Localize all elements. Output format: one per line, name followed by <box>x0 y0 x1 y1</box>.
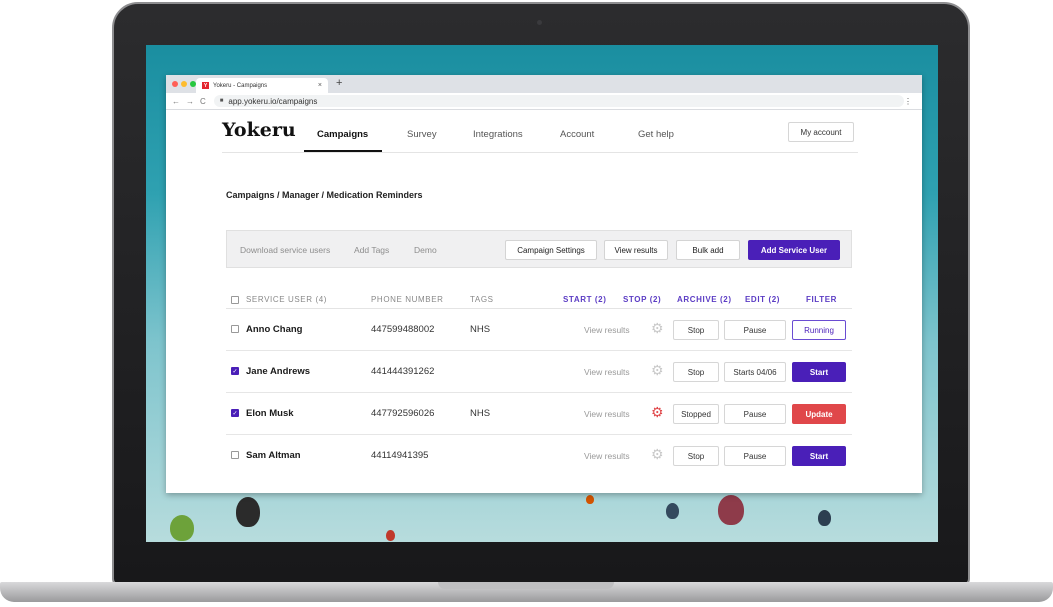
browser-tab[interactable]: Y Yokeru - Campaigns × <box>196 78 328 93</box>
phone-number: 447599488002 <box>371 324 435 335</box>
table-row: ✓ Jane Andrews 441444391262 View results… <box>226 351 852 393</box>
yokeru-favicon-icon: Y <box>202 82 209 89</box>
start-button[interactable]: Start <box>792 362 846 382</box>
view-results-link[interactable]: View results <box>584 325 630 335</box>
demo-link[interactable]: Demo <box>414 245 437 255</box>
running-button[interactable]: Running <box>792 320 846 340</box>
add-tags-link[interactable]: Add Tags <box>354 245 389 255</box>
phone-number: 441444391262 <box>371 366 435 377</box>
view-results-button[interactable]: View results <box>604 240 668 260</box>
new-tab-icon[interactable]: + <box>336 77 342 89</box>
service-user-name: Sam Altman <box>246 450 301 461</box>
update-button[interactable]: Update <box>792 404 846 424</box>
camera-icon <box>537 20 542 25</box>
nav-get-help[interactable]: Get help <box>638 129 674 140</box>
url-input[interactable]: ■ app.yokeru.io/campaigns <box>213 95 904 107</box>
balloon-icon <box>170 515 194 541</box>
service-user-name: Anno Chang <box>246 324 303 335</box>
tag-value: NHS <box>470 324 491 335</box>
campaign-settings-button[interactable]: Campaign Settings <box>505 240 597 260</box>
laptop-notch <box>438 582 614 589</box>
scheduled-start-button[interactable]: Starts 04/06 <box>724 362 786 382</box>
forward-icon[interactable]: → <box>186 97 194 106</box>
minimize-window-icon[interactable] <box>181 81 187 87</box>
table-row: Sam Altman 44114941395 View results ⚙ St… <box>226 435 852 477</box>
gear-icon[interactable]: ⚙ <box>651 320 664 337</box>
gear-icon[interactable]: ⚙ <box>651 446 664 463</box>
nav-campaigns[interactable]: Campaigns <box>317 129 368 140</box>
balloon-icon <box>818 510 831 526</box>
browser-window: Y Yokeru - Campaigns × + ← → C ■ app.yok… <box>166 75 922 493</box>
stop-button[interactable]: Stop <box>673 320 719 340</box>
balloon-icon <box>718 495 744 525</box>
view-results-link[interactable]: View results <box>584 451 630 461</box>
header-archive[interactable]: ARCHIVE (2) <box>677 295 732 304</box>
tag-value: NHS <box>470 408 491 419</box>
row-checkbox[interactable]: ✓ <box>231 409 239 417</box>
stop-button[interactable]: Stop <box>673 362 719 382</box>
download-service-users-link[interactable]: Download service users <box>240 245 330 255</box>
header-tags[interactable]: TAGS <box>470 295 494 304</box>
service-user-name: Elon Musk <box>246 408 294 419</box>
yokeru-logo[interactable]: Yokeru <box>222 119 296 141</box>
view-results-link[interactable]: View results <box>584 409 630 419</box>
header-stop[interactable]: STOP (2) <box>623 295 661 304</box>
tab-close-icon[interactable]: × <box>318 82 322 89</box>
nav-account[interactable]: Account <box>560 129 594 140</box>
stop-button[interactable]: Stop <box>673 446 719 466</box>
close-window-icon[interactable] <box>172 81 178 87</box>
start-button[interactable]: Start <box>792 446 846 466</box>
bulk-add-button[interactable]: Bulk add <box>676 240 740 260</box>
gear-icon[interactable]: ⚙ <box>651 362 664 379</box>
balloon-icon <box>386 530 395 541</box>
tab-bar: Y Yokeru - Campaigns × + <box>166 75 922 93</box>
phone-number: 44114941395 <box>371 450 429 461</box>
table-row: ✓ Elon Musk 447792596026 NHS View result… <box>226 393 852 435</box>
row-checkbox[interactable] <box>231 451 239 459</box>
back-icon[interactable]: ← <box>172 97 180 106</box>
browser-menu-icon[interactable]: ⋮ <box>904 97 912 106</box>
gear-alert-icon[interactable]: ⚙ <box>651 404 664 421</box>
header-service-user[interactable]: SERVICE USER (4) <box>246 295 327 304</box>
top-navigation: Yokeru Campaigns Survey Integrations Acc… <box>222 110 858 153</box>
balloon-icon <box>236 497 260 527</box>
nav-survey[interactable]: Survey <box>407 129 437 140</box>
row-checkbox[interactable] <box>231 325 239 333</box>
my-account-button[interactable]: My account <box>788 122 854 142</box>
tab-title: Yokeru - Campaigns <box>213 82 268 89</box>
table-header: SERVICE USER (4) PHONE NUMBER TAGS START… <box>226 293 852 309</box>
nav-active-indicator <box>304 150 382 152</box>
url-text: app.yokeru.io/campaigns <box>228 96 318 106</box>
header-edit[interactable]: EDIT (2) <box>745 295 780 304</box>
balloon-icon <box>586 495 594 504</box>
reload-icon[interactable]: C <box>200 97 206 106</box>
select-all-checkbox[interactable] <box>231 296 239 304</box>
stopped-button[interactable]: Stopped <box>673 404 719 424</box>
add-service-user-button[interactable]: Add Service User <box>748 240 840 260</box>
pause-button[interactable]: Pause <box>724 320 786 340</box>
pause-button[interactable]: Pause <box>724 404 786 424</box>
table-row: Anno Chang 447599488002 NHS View results… <box>226 309 852 351</box>
view-results-link[interactable]: View results <box>584 367 630 377</box>
campaign-toolbar: Download service users Add Tags Demo Cam… <box>226 230 852 268</box>
service-user-name: Jane Andrews <box>246 366 311 377</box>
app-content: Yokeru Campaigns Survey Integrations Acc… <box>166 110 922 493</box>
nav-integrations[interactable]: Integrations <box>473 129 523 140</box>
row-checkbox[interactable]: ✓ <box>231 367 239 375</box>
header-filter[interactable]: FILTER <box>806 295 837 304</box>
lock-icon: ■ <box>219 98 224 104</box>
header-phone-number[interactable]: PHONE NUMBER <box>371 295 444 304</box>
phone-number: 447792596026 <box>371 408 435 419</box>
balloon-icon <box>666 503 679 519</box>
breadcrumb: Campaigns / Manager / Medication Reminde… <box>226 190 423 200</box>
address-bar: ← → C ■ app.yokeru.io/campaigns ⋮ <box>166 93 922 110</box>
header-start[interactable]: START (2) <box>563 295 606 304</box>
pause-button[interactable]: Pause <box>724 446 786 466</box>
